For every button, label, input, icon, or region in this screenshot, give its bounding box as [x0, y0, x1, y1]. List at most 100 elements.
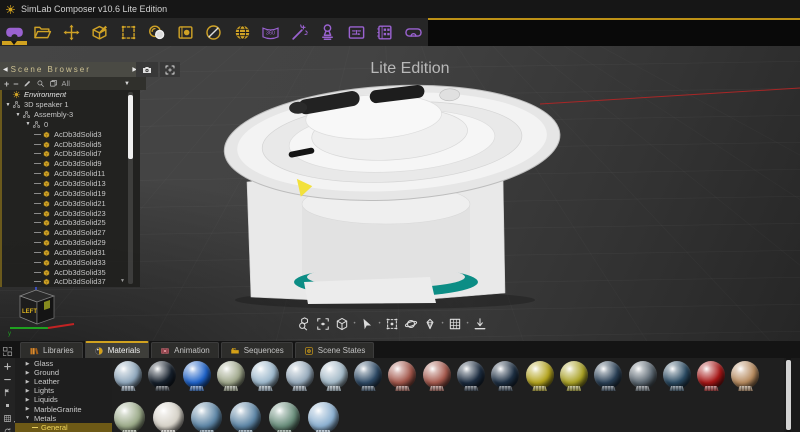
category-metals[interactable]: ▼ Metals [15, 414, 112, 423]
material-swatch[interactable] [594, 361, 623, 391]
select-handles-button[interactable] [383, 315, 401, 333]
toolbar-open-scene-button[interactable] [29, 18, 58, 46]
category-leather[interactable]: ▶ Leather [15, 377, 112, 386]
rename-icon[interactable] [23, 79, 32, 88]
material-swatch[interactable] [662, 361, 691, 391]
materials-scrollbar-thumb[interactable] [786, 360, 791, 430]
category-glass[interactable]: ▶ Glass [15, 359, 112, 368]
perspective-gem-button[interactable] [421, 315, 439, 333]
capture-frame-button[interactable] [160, 62, 180, 77]
scene-browser-header[interactable]: ◀ Scene Browser ▶ [0, 62, 140, 77]
toolbar-no-render-button[interactable] [200, 18, 229, 46]
expander-icon[interactable]: ▶ [24, 370, 31, 376]
tree-item[interactable]: ▼ 3D speaker 1 [2, 100, 140, 110]
tree-item[interactable]: AcDb3dSolid9 [2, 159, 140, 169]
material-swatch[interactable] [268, 402, 300, 432]
tab-animation[interactable]: Animation [151, 342, 219, 358]
category-lights[interactable]: ▶ Lights [15, 386, 112, 395]
swatch-size-button[interactable] [3, 401, 12, 410]
tree-item[interactable]: AcDb3dSolid7 [2, 149, 140, 159]
material-swatch[interactable] [319, 361, 348, 391]
material-swatch[interactable] [697, 361, 726, 391]
add-button[interactable] [3, 362, 12, 371]
isolate-icon[interactable] [49, 79, 58, 88]
tree-item[interactable]: ▼ Assembly-3 [2, 110, 140, 120]
toolbar-wizard-button[interactable] [285, 18, 314, 46]
tree-item[interactable]: AcDb3dSolid25 [2, 218, 140, 228]
tree-item[interactable]: Environment [2, 90, 140, 100]
add-node-button[interactable]: + [4, 79, 9, 89]
toolbar-lighting-button[interactable] [314, 18, 343, 46]
material-swatch[interactable] [148, 361, 177, 391]
expander-icon[interactable]: ▼ [14, 112, 22, 118]
toolbar-panorama-360-button[interactable]: 360 [257, 18, 286, 46]
toolbar-node-editor-button[interactable] [342, 18, 371, 46]
toolbar-move-button[interactable] [57, 18, 86, 46]
tab-scene-states[interactable]: Scene States [294, 342, 375, 358]
category-marblegranite[interactable]: ▶ MarbleGranite [15, 404, 112, 414]
drop-to-ground-button[interactable] [471, 315, 489, 333]
grid-toggle-button[interactable] [446, 315, 464, 333]
fit-selection-button[interactable] [314, 315, 332, 333]
tree-item[interactable]: ▼ 0 [2, 120, 140, 130]
expander-icon[interactable]: ▼ [24, 415, 31, 421]
panel-layout-icon[interactable] [2, 344, 15, 358]
material-swatch[interactable] [285, 361, 314, 391]
tree-item[interactable]: AcDb3dSolid27 [2, 228, 140, 238]
material-swatch[interactable] [251, 361, 280, 391]
tree-scrollbar-thumb[interactable] [128, 95, 133, 159]
toolbar-geo-location-button[interactable] [228, 18, 257, 46]
tree-item[interactable]: AcDb3dSolid19 [2, 188, 140, 198]
tree-item[interactable]: AcDb3dSolid11 [2, 169, 140, 179]
material-swatch[interactable] [354, 361, 383, 391]
expander-icon[interactable]: ▼ [4, 102, 12, 108]
material-swatch[interactable] [559, 361, 588, 391]
expander-icon[interactable]: ▶ [24, 361, 31, 367]
material-swatch[interactable] [731, 361, 760, 391]
toolbar-storyboard-button[interactable] [371, 18, 400, 46]
tree-item[interactable]: AcDb3dSolid35 [2, 267, 140, 277]
nav-cube[interactable]: LEFT y [8, 285, 75, 337]
expander-icon[interactable]: ▶ [24, 379, 31, 385]
tree-item[interactable]: AcDb3dSolid3 [2, 129, 140, 139]
orbit-button[interactable] [402, 315, 420, 333]
material-swatch[interactable] [422, 361, 451, 391]
expander-icon[interactable]: ▶ [24, 388, 31, 394]
grid-view-button[interactable]: ▾ [3, 414, 16, 424]
refresh-button[interactable] [3, 427, 12, 432]
snapshot-button[interactable] [136, 62, 158, 77]
material-swatch[interactable] [628, 361, 657, 391]
tree-item[interactable]: AcDb3dSolid23 [2, 208, 140, 218]
select-cursor-button[interactable] [358, 315, 376, 333]
material-swatch[interactable] [457, 361, 485, 391]
material-swatch[interactable] [491, 361, 520, 391]
toolbar-render-button[interactable] [143, 18, 172, 46]
tab-materials[interactable]: Materials [84, 341, 150, 358]
tree-item[interactable]: AcDb3dSolid21 [2, 198, 140, 208]
material-swatch[interactable] [191, 402, 223, 432]
tree-item[interactable]: AcDb3dSolid29 [2, 238, 140, 248]
material-swatch[interactable] [152, 402, 184, 432]
filter-value[interactable]: All [62, 79, 70, 88]
assign-flag-button[interactable] [3, 388, 12, 397]
tree-item[interactable]: AcDb3dSolid31 [2, 248, 140, 258]
expander-icon[interactable]: ▶ [24, 397, 31, 403]
tree-item[interactable]: AcDb3dSolid13 [2, 179, 140, 189]
remove-button[interactable] [3, 375, 12, 384]
toolbar-vr-mode-button[interactable] [0, 18, 29, 46]
expander-icon[interactable]: ▼ [24, 121, 32, 127]
tab-libraries[interactable]: Libraries [20, 342, 83, 358]
toolbar-texture-image-button[interactable] [171, 18, 200, 46]
category-ground[interactable]: ▶ Ground [15, 368, 112, 377]
tree-item[interactable]: AcDb3dSolid5 [2, 139, 140, 149]
tree-item[interactable]: AcDb3dSolid33 [2, 257, 140, 267]
tree-scroll-down-icon[interactable]: ▼ [120, 278, 125, 284]
material-swatch[interactable] [216, 361, 245, 391]
category-liquids[interactable]: ▶ Liquids [15, 395, 112, 404]
search-icon[interactable] [36, 79, 45, 88]
material-swatch[interactable] [182, 361, 211, 391]
iso-view-button[interactable] [333, 315, 351, 333]
zoom-extents-button[interactable] [295, 315, 313, 333]
material-swatch[interactable] [230, 402, 262, 432]
toolbar-select-area-button[interactable] [114, 18, 143, 46]
